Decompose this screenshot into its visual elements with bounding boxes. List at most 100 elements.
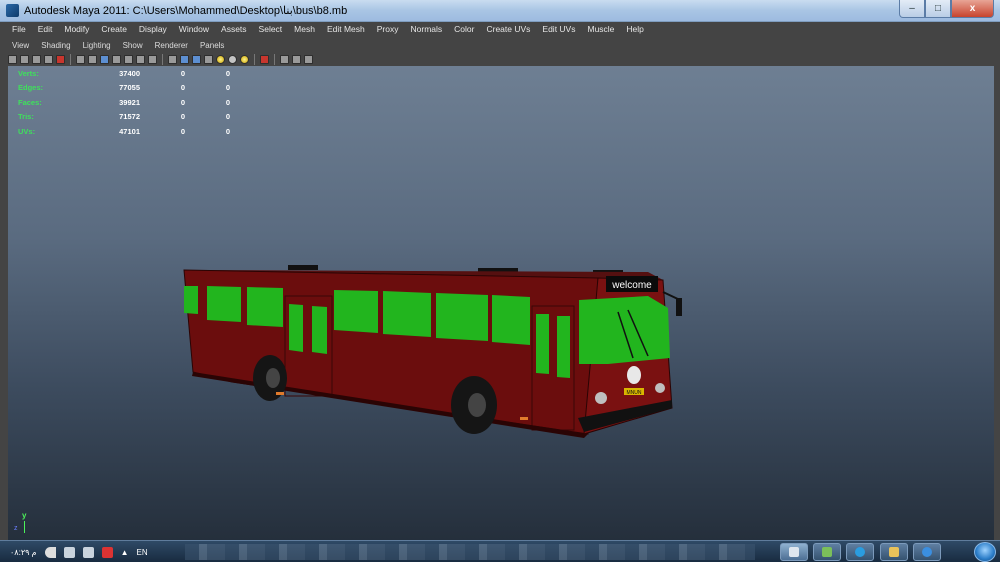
view-axis-indicator: y z [14, 511, 34, 541]
bus-window [436, 293, 488, 341]
network-icon[interactable] [63, 546, 75, 558]
high-quality-icon[interactable] [240, 54, 249, 64]
language-indicator[interactable]: EN [137, 548, 148, 557]
image-plane-icon[interactable] [56, 54, 65, 64]
window-titlebar: Autodesk Maya 2011: C:\Users\Mohammed\De… [0, 0, 1000, 22]
select-camera-icon[interactable] [8, 54, 17, 64]
bus-window [247, 287, 283, 327]
gate-mask-icon[interactable] [112, 54, 121, 64]
panel-menubar: View Shading Lighting Show Renderer Pane… [6, 38, 994, 52]
maya-main-window: File Edit Modify Create Display Window A… [0, 22, 1000, 556]
xray-components-icon[interactable] [304, 54, 313, 64]
toolbar-separator [162, 53, 163, 65]
xray-joints-icon[interactable] [292, 54, 301, 64]
maya-app-icon [6, 4, 19, 17]
bus-door-window [536, 314, 549, 374]
menu-help[interactable]: Help [620, 24, 649, 34]
license-plate-text: MNUN [627, 390, 642, 396]
action-center-icon[interactable] [101, 546, 113, 558]
panel-menu-renderer[interactable]: Renderer [149, 41, 194, 50]
taskbar-button-messenger[interactable] [846, 543, 874, 561]
taskbar-button-explorer[interactable] [880, 543, 908, 561]
grid-icon[interactable] [76, 54, 85, 64]
bus-door-window [557, 316, 570, 378]
side-reflector [520, 417, 528, 420]
textured-icon[interactable] [204, 54, 213, 64]
axis-y-line [24, 521, 25, 533]
main-menubar: File Edit Modify Create Display Window A… [6, 22, 994, 36]
safe-title-icon[interactable] [148, 54, 157, 64]
taskbar-button-maya[interactable] [780, 543, 808, 561]
panel-menu-show[interactable]: Show [117, 41, 149, 50]
toolbar-separator [274, 53, 275, 65]
bus-door-window [289, 304, 303, 352]
show-hidden-icons-arrow[interactable]: ▲ [121, 548, 129, 557]
menu-create-uvs[interactable]: Create UVs [480, 24, 536, 34]
smooth-shade-icon[interactable] [180, 54, 189, 64]
headlight [655, 383, 665, 393]
menu-select[interactable]: Select [253, 24, 289, 34]
menu-mesh[interactable]: Mesh [288, 24, 321, 34]
isolate-select-icon[interactable] [260, 54, 269, 64]
menu-edit[interactable]: Edit [32, 24, 59, 34]
destination-sign-text: welcome [611, 280, 652, 291]
panel-menu-lighting[interactable]: Lighting [77, 41, 117, 50]
bookmarks-icon[interactable] [44, 54, 53, 64]
power-icon[interactable] [82, 546, 94, 558]
minimize-button[interactable]: – [899, 0, 925, 18]
maximize-button[interactable]: □ [925, 0, 951, 18]
start-button[interactable] [974, 542, 996, 562]
use-all-lights-icon[interactable] [216, 54, 225, 64]
safe-action-icon[interactable] [136, 54, 145, 64]
bus-window [383, 291, 431, 337]
resolution-gate-icon[interactable] [100, 54, 109, 64]
rear-wheel-hub [266, 368, 280, 388]
wireframe-on-shaded-icon[interactable] [192, 54, 201, 64]
messenger-icon [855, 547, 865, 557]
menu-modify[interactable]: Modify [58, 24, 95, 34]
volume-icon[interactable] [44, 546, 56, 558]
perspective-viewport[interactable]: Verts: 37400 0 0 Edges: 77055 0 0 Faces:… [8, 66, 994, 556]
bus-window [334, 290, 378, 333]
side-mirror [676, 298, 682, 316]
xray-icon[interactable] [280, 54, 289, 64]
front-emblem [627, 366, 641, 384]
menu-color[interactable]: Color [448, 24, 480, 34]
bus-model[interactable]: welcome MNUN [8, 66, 994, 556]
close-button[interactable]: x [951, 0, 994, 18]
taskbar-blurred-region [185, 544, 755, 560]
film-gate-icon[interactable] [88, 54, 97, 64]
menu-proxy[interactable]: Proxy [371, 24, 405, 34]
shadows-icon[interactable] [228, 54, 237, 64]
panel-toolbar [8, 52, 992, 66]
clock[interactable]: م ٠٨:٢٩ [10, 548, 37, 557]
menu-assets[interactable]: Assets [215, 24, 253, 34]
wireframe-icon[interactable] [168, 54, 177, 64]
axis-y-label: y [22, 511, 27, 520]
menu-display[interactable]: Display [133, 24, 173, 34]
axis-z-label: z [14, 525, 18, 532]
bus-door-window [312, 306, 327, 354]
headlight [595, 392, 607, 404]
taskbar-button-ie[interactable] [913, 543, 941, 561]
panel-menu-panels[interactable]: Panels [194, 41, 230, 50]
camera-attributes-icon[interactable] [32, 54, 41, 64]
panel-menu-shading[interactable]: Shading [35, 41, 76, 50]
field-chart-icon[interactable] [124, 54, 133, 64]
bus-window [207, 286, 241, 322]
maya-taskbar-icon [789, 547, 799, 557]
system-tray: م ٠٨:٢٩ ▲ EN [0, 541, 148, 562]
menu-muscle[interactable]: Muscle [581, 24, 620, 34]
toolbar-separator [254, 53, 255, 65]
menu-file[interactable]: File [6, 24, 32, 34]
menu-window[interactable]: Window [173, 24, 215, 34]
menu-normals[interactable]: Normals [405, 24, 449, 34]
taskbar-button-photos[interactable] [813, 543, 841, 561]
panel-menu-view[interactable]: View [6, 41, 35, 50]
window-title: Autodesk Maya 2011: C:\Users\Mohammed\De… [24, 5, 348, 17]
bus-window [492, 295, 530, 345]
menu-create[interactable]: Create [95, 24, 133, 34]
menu-edit-uvs[interactable]: Edit UVs [536, 24, 581, 34]
menu-edit-mesh[interactable]: Edit Mesh [321, 24, 371, 34]
lock-camera-icon[interactable] [20, 54, 29, 64]
